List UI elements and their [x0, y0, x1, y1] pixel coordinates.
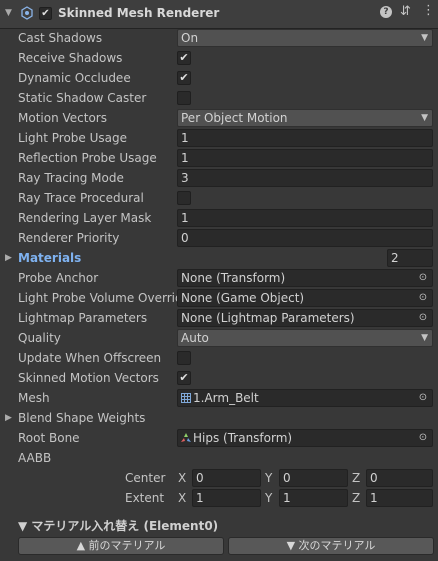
center-label: Center [125, 471, 166, 485]
chevron-down-icon: ▼ [421, 33, 428, 43]
lightmap-parameters-field[interactable]: None (Lightmap Parameters) ⊙ [177, 309, 433, 327]
component-title: Skinned Mesh Renderer [58, 6, 220, 20]
motion-vectors-dropdown[interactable]: Per Object Motion ▼ [177, 109, 433, 127]
light-probe-volume-override-value: None (Game Object) [181, 291, 305, 305]
light-probe-usage-field[interactable]: 1 [177, 129, 433, 147]
object-picker-icon[interactable]: ⊙ [414, 310, 432, 326]
transform-icon [181, 431, 191, 442]
collapse-arrow-icon[interactable]: ▼ [5, 8, 12, 18]
motion-vectors-value: Per Object Motion [181, 111, 288, 125]
cast-shadows-dropdown[interactable]: On ▼ [177, 29, 433, 47]
ray-tracing-mode-field[interactable]: 3 [177, 169, 433, 187]
mesh-grid-icon [181, 391, 191, 403]
dynamic-occludee-checkbox[interactable]: ✔ [177, 71, 191, 85]
extent-x-label: X [178, 491, 187, 505]
object-picker-icon[interactable]: ⊙ [414, 430, 432, 446]
center-y-field[interactable]: 0 [279, 469, 348, 487]
blend-shape-weights-label[interactable]: Blend Shape Weights [18, 409, 145, 427]
object-picker-icon[interactable]: ⊙ [414, 270, 432, 286]
chevron-down-icon: ▼ [421, 113, 428, 123]
receive-shadows-checkbox[interactable]: ✔ [177, 51, 191, 65]
root-bone-label: Root Bone [18, 431, 80, 445]
ray-trace-procedural-checkbox[interactable] [177, 191, 191, 205]
object-picker-icon[interactable]: ⊙ [414, 290, 432, 306]
skinned-motion-vectors-checkbox[interactable]: ✔ [177, 371, 191, 385]
probe-anchor-value: None (Transform) [181, 271, 286, 285]
rendering-layer-mask-label: Rendering Layer Mask [18, 211, 152, 225]
cast-shadows-value: On [181, 31, 199, 45]
motion-vectors-label: Motion Vectors [18, 111, 107, 125]
center-x-label: X [178, 471, 187, 485]
chevron-down-icon: ▼ [421, 333, 428, 343]
aabb-label: AABB [18, 451, 52, 465]
next-material-button[interactable]: ▼ 次のマテリアル [228, 537, 434, 555]
skinned-motion-vectors-label: Skinned Motion Vectors [18, 371, 159, 385]
static-shadow-caster-label: Static Shadow Caster [18, 91, 147, 105]
center-z-label: Z [352, 471, 361, 485]
lightmap-parameters-label: Lightmap Parameters [18, 311, 148, 325]
quality-label: Quality [18, 331, 61, 345]
materials-label[interactable]: Materials [18, 249, 81, 267]
reflection-probe-usage-label: Reflection Probe Usage [18, 151, 157, 165]
reflection-probe-usage-field[interactable]: 1 [177, 149, 433, 167]
root-bone-value: Hips (Transform) [193, 431, 293, 445]
component-header: ▼ ✔ Skinned Mesh Renderer ? ⇵ ⋮ [0, 0, 438, 29]
extent-x-field[interactable]: 1 [192, 489, 261, 507]
cast-shadows-label: Cast Shadows [18, 31, 103, 45]
center-x-field[interactable]: 0 [192, 469, 261, 487]
root-bone-field[interactable]: Hips (Transform) ⊙ [177, 429, 433, 447]
rendering-layer-mask-field[interactable]: 1 [177, 209, 433, 227]
center-z-field[interactable]: 0 [366, 469, 433, 487]
extent-y-label: Y [265, 491, 273, 505]
mesh-field[interactable]: 1.Arm_Belt ⊙ [177, 389, 433, 407]
dynamic-occludee-label: Dynamic Occludee [18, 71, 131, 85]
quality-value: Auto [181, 331, 209, 345]
help-icon[interactable]: ? [380, 6, 392, 18]
renderer-priority-field[interactable]: 0 [177, 229, 433, 247]
static-shadow-caster-checkbox[interactable] [177, 91, 191, 105]
quality-dropdown[interactable]: Auto ▼ [177, 329, 433, 347]
mesh-label: Mesh [18, 391, 50, 405]
mesh-value: 1.Arm_Belt [193, 391, 259, 405]
extent-label: Extent [125, 491, 165, 505]
receive-shadows-label: Receive Shadows [18, 51, 123, 65]
light-probe-usage-label: Light Probe Usage [18, 131, 128, 145]
light-probe-volume-override-field[interactable]: None (Game Object) ⊙ [177, 289, 433, 307]
update-when-offscreen-checkbox[interactable] [177, 351, 191, 365]
renderer-priority-label: Renderer Priority [18, 231, 120, 245]
lightmap-parameters-value: None (Lightmap Parameters) [181, 311, 355, 325]
extent-z-label: Z [352, 491, 361, 505]
extent-y-field[interactable]: 1 [279, 489, 348, 507]
update-when-offscreen-label: Update When Offscreen [18, 351, 162, 365]
enabled-checkbox[interactable]: ✔ [39, 7, 52, 20]
probe-anchor-field[interactable]: None (Transform) ⊙ [177, 269, 433, 287]
object-picker-icon[interactable]: ⊙ [414, 390, 432, 406]
extent-z-field[interactable]: 1 [366, 489, 433, 507]
ray-tracing-mode-label: Ray Tracing Mode [18, 171, 124, 185]
materials-count-field[interactable]: 2 [387, 249, 433, 267]
center-y-label: Y [265, 471, 273, 485]
light-probe-volume-override-label: Light Probe Volume Override [18, 291, 190, 305]
blend-shape-foldout-icon[interactable]: ▶ [5, 413, 12, 423]
material-swap-title[interactable]: ▼ マテリアル入れ替え (Element0) [18, 517, 218, 534]
probe-anchor-label: Probe Anchor [18, 271, 99, 285]
presets-icon[interactable]: ⇵ [400, 4, 411, 19]
ray-trace-procedural-label: Ray Trace Procedural [18, 191, 144, 205]
materials-foldout-icon[interactable]: ▶ [5, 253, 12, 263]
component-icon [20, 6, 34, 20]
previous-material-button[interactable]: ▲ 前のマテリアル [18, 537, 224, 555]
context-menu-icon[interactable]: ⋮ [422, 3, 435, 18]
